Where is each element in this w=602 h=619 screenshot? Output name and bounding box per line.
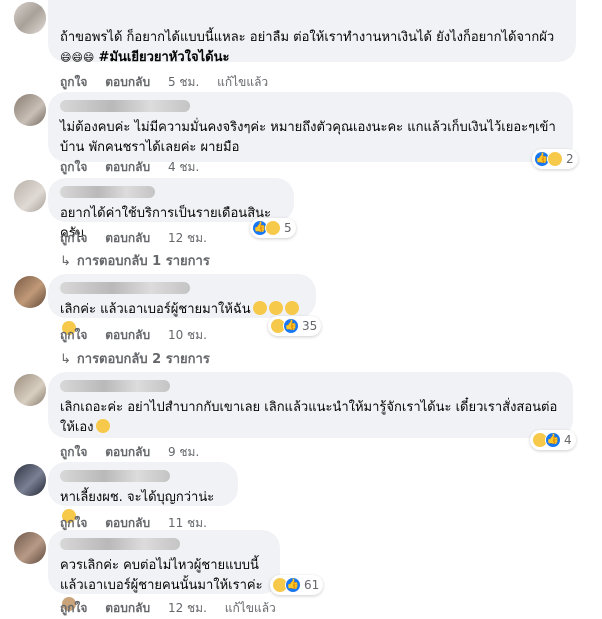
comment-actions: ถูกใจ ตอบกลับ 10 ชม. [60,326,221,345]
rofl-emoji-icon [252,301,267,315]
like-button[interactable]: ถูกใจ [60,601,87,615]
timestamp[interactable]: 11 ชม. [168,516,207,530]
comment-text: ไม่ต้องคบค่ะ ไม่มีความมั่นคงจริงๆค่ะ หมา… [60,120,556,155]
reaction-count: 5 [284,221,292,235]
rofl-emoji-icon [95,419,110,433]
view-replies-link[interactable]: ↳ การตอบกลับ 1 รายการ [60,250,210,271]
edited-label[interactable]: แก้ไขแล้ว [225,601,276,615]
comment-actions: ถูกใจ ตอบกลับ 4 ชม. [60,158,213,177]
reply-button[interactable]: ตอบกลับ [105,231,150,245]
reaction-summary[interactable]: 👍 5 [250,218,296,238]
hashtag-link[interactable]: #มันเยียวยาหัวใจได้นะ [99,50,230,65]
avatar[interactable] [14,276,46,308]
commenter-name[interactable] [60,380,170,392]
like-button[interactable]: ถูกใจ [60,445,87,459]
haha-reaction-icon [547,151,563,167]
comment-bubble: หาเลี้ยงผช. จะได้บุญกว่าน่ะ [48,462,238,523]
timestamp[interactable]: 12 ชม. [168,231,207,245]
comment-text: เลิกเถอะค่ะ อย่าไปสำบากกับเขาเลย เลิกแล้… [60,400,558,435]
commenter-name[interactable] [60,100,190,112]
comment-bubble: ไม่ต้องคบค่ะ ไม่มีความมั่นคงจริงๆค่ะ หมา… [48,92,573,162]
avatar[interactable] [14,180,46,212]
haha-reaction-icon [265,220,281,236]
reaction-count: 2 [566,152,574,166]
reaction-summary[interactable]: 👍 2 [532,149,578,169]
rofl-emoji-icon [268,301,283,315]
comment-actions: ถูกใจ ตอบกลับ 9 ชม. [60,443,213,462]
like-button[interactable]: ถูกใจ [60,160,87,174]
avatar[interactable] [14,94,46,126]
like-button[interactable]: ถูกใจ [60,75,87,89]
avatar[interactable] [14,464,46,496]
like-button[interactable]: ถูกใจ [60,516,87,530]
reply-button[interactable]: ตอบกลับ [105,160,150,174]
reply-button[interactable]: ตอบกลับ [105,328,150,342]
emoji-group: 😄😄😄 [60,51,95,64]
comment-actions: ถูกใจ ตอบกลับ 12 ชม. [60,229,221,248]
reaction-summary[interactable]: 👍 35 [268,316,322,336]
commenter-name[interactable] [60,186,155,198]
reaction-summary[interactable]: 👍 61 [270,575,324,595]
comment-bubble: อยากได้ค่าใช้บริการเป็นรายเดือนสินะครับ [48,178,294,241]
comment-text: เลิกค่ะ แล้วเอาเบอร์ผู้ชายมาให้ฉัน [60,302,251,317]
edited-label[interactable]: แก้ไขแล้ว [217,75,268,89]
avatar[interactable] [14,532,46,564]
comment-actions: ถูกใจ ตอบกลับ 12 ชม. แก้ไขแล้ว [60,599,290,618]
timestamp[interactable]: 10 ชม. [168,328,207,342]
reply-button[interactable]: ตอบกลับ [105,516,150,530]
comment-bubble: เลิกเถอะค่ะ อย่าไปสำบากกับเขาเลย เลิกแล้… [48,372,573,438]
reaction-count: 4 [564,433,572,447]
avatar[interactable] [14,2,46,34]
reply-button[interactable]: ตอบกลับ [105,445,150,459]
comment-actions: ถูกใจ ตอบกลับ 5 ชม. แก้ไขแล้ว [60,73,282,92]
avatar[interactable] [14,374,46,406]
reply-button[interactable]: ตอบกลับ [105,601,150,615]
reaction-count: 61 [304,578,320,592]
reply-button[interactable]: ตอบกลับ [105,75,150,89]
comment-bubble: เลิกค่ะ แล้วเอาเบอร์ผู้ชายมาให้ฉัน [48,274,316,335]
comment-text: ควรเลิกค่ะ คบต่อไม่ไหวผู้ชายแบบนี้ แล้วเ… [60,558,263,593]
like-button[interactable]: ถูกใจ [60,328,87,342]
timestamp[interactable]: 12 ชม. [168,601,207,615]
reaction-count: 35 [302,319,318,333]
commenter-name[interactable] [60,282,190,294]
reaction-summary[interactable]: 👍 4 [530,430,576,450]
like-reaction-icon: 👍 [283,318,299,334]
like-button[interactable]: ถูกใจ [60,231,87,245]
timestamp[interactable]: 9 ชม. [168,445,199,459]
comment-text: หาเลี้ยงผช. จะได้บุญกว่าน่ะ [60,490,215,505]
comment-text: ถ้าขอพรได้ ก็อยากได้แบบนี้แหละ อย่าลืม ต… [60,30,555,45]
view-replies-link[interactable]: ↳ การตอบกลับ 2 รายการ [60,348,210,369]
like-reaction-icon: 👍 [285,577,301,593]
timestamp[interactable]: 4 ชม. [168,160,199,174]
reply-arrow-icon: ↳ [60,352,71,367]
comment-bubble: ถ้าขอพรได้ ก็อยากได้แบบนี้แหละ อย่าลืม ต… [48,0,576,65]
reply-arrow-icon: ↳ [60,254,71,269]
commenter-name[interactable] [60,470,170,482]
rofl-emoji-icon [284,301,299,315]
timestamp[interactable]: 5 ชม. [168,75,199,89]
like-reaction-icon: 👍 [545,432,561,448]
comment-bubble: ควรเลิกค่ะ คบต่อไม่ไหวผู้ชายแบบนี้ แล้วเ… [48,530,280,611]
commenter-name[interactable] [60,538,180,550]
